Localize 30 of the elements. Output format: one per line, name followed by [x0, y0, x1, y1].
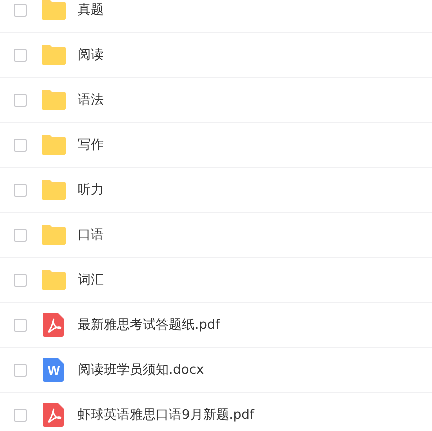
checkbox[interactable]: [14, 228, 27, 242]
file-name[interactable]: 最新雅思考试答题纸.pdf: [78, 316, 220, 334]
file-name[interactable]: 写作: [78, 136, 104, 154]
file-name[interactable]: 阅读: [78, 46, 104, 64]
checkbox[interactable]: [14, 364, 27, 376]
file-name[interactable]: 真题: [78, 1, 104, 19]
word-document-icon: W: [41, 357, 67, 383]
checkbox[interactable]: [14, 274, 27, 286]
folder-icon: [41, 177, 67, 203]
checkbox[interactable]: [14, 318, 27, 332]
checkbox[interactable]: [14, 138, 27, 152]
checkbox[interactable]: [14, 4, 27, 16]
folder-icon: [41, 267, 67, 293]
checkbox[interactable]: [14, 48, 27, 62]
folder-icon: [41, 132, 67, 158]
file-name[interactable]: 听力: [78, 181, 104, 199]
folder-icon: [41, 87, 67, 113]
file-name[interactable]: 虾球英语雅思口语9月新题.pdf: [78, 406, 254, 424]
checkbox[interactable]: [14, 184, 27, 196]
checkbox[interactable]: [14, 94, 27, 106]
folder-icon: [41, 0, 67, 23]
file-name[interactable]: 词汇: [78, 271, 104, 289]
file-name[interactable]: 阅读班学员须知.docx: [78, 361, 204, 379]
file-name[interactable]: 语法: [78, 91, 104, 109]
pdf-icon: [41, 312, 67, 338]
folder-icon: [41, 222, 67, 248]
pdf-icon: [41, 402, 67, 428]
checkbox[interactable]: [14, 408, 27, 422]
folder-icon: [41, 42, 67, 68]
file-name[interactable]: 口语: [78, 226, 104, 244]
